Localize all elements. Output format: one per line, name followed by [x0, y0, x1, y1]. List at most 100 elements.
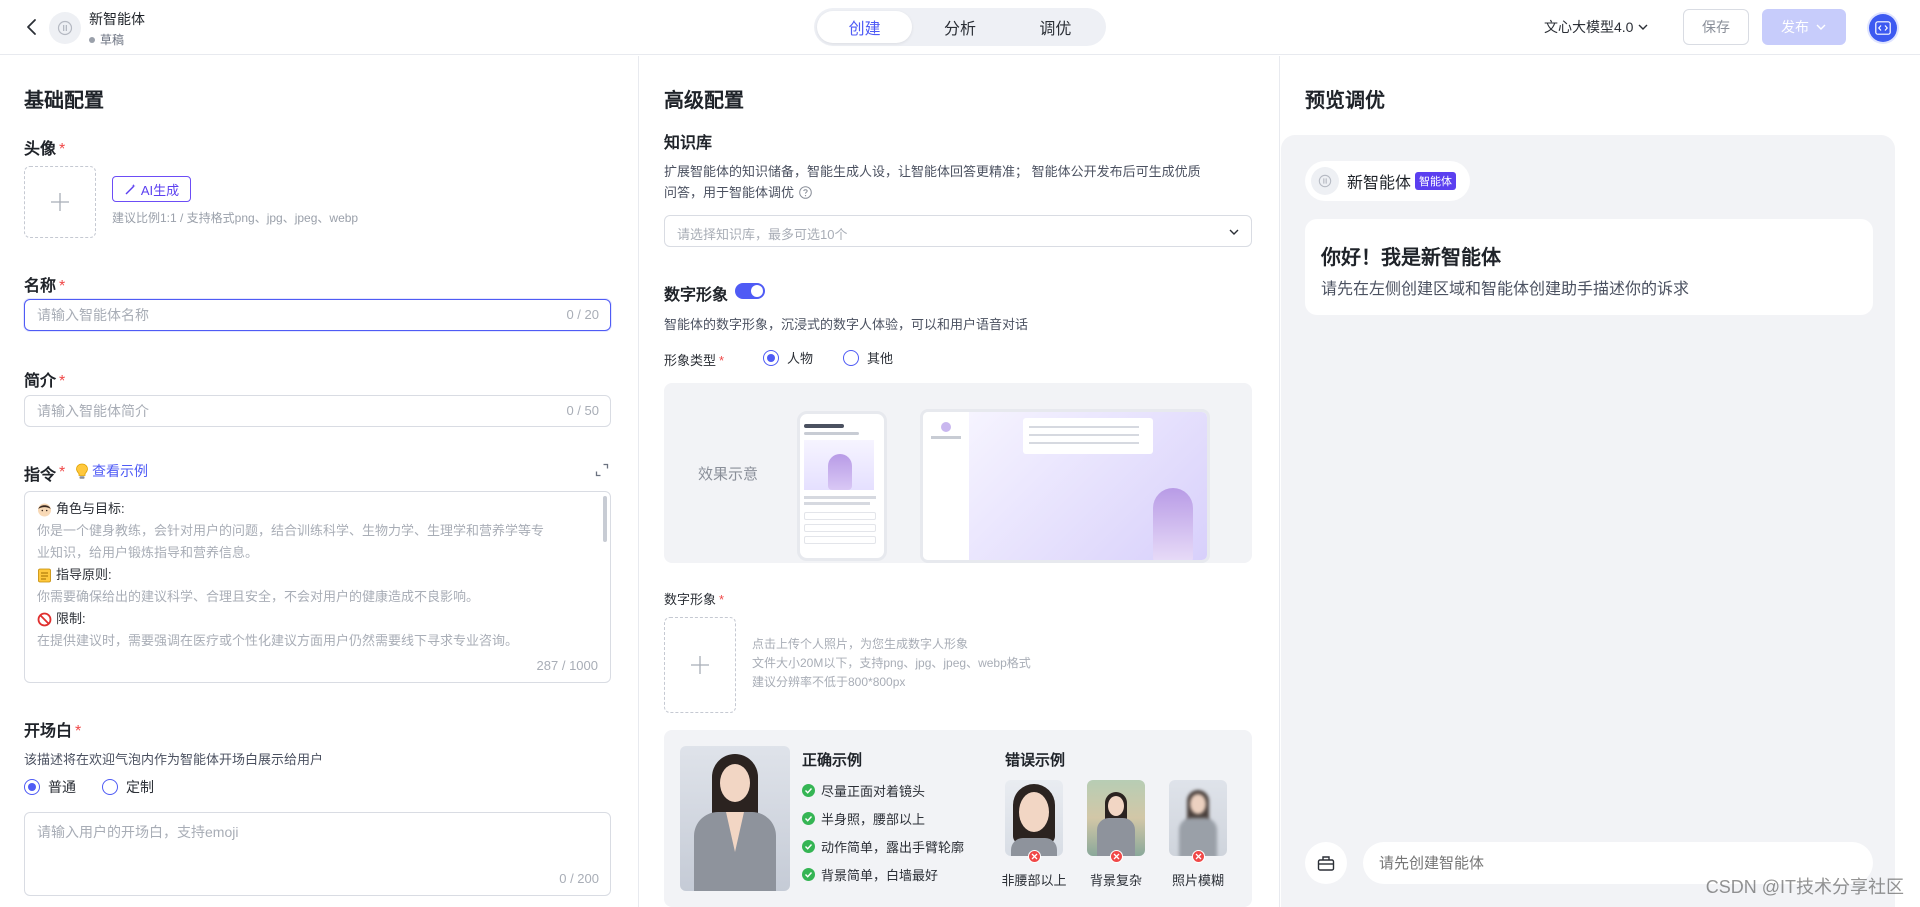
opening-field[interactable]: 0 / 200	[24, 812, 611, 896]
good-example-photo	[680, 746, 790, 891]
mode-tabs: 创建 分析 调优	[814, 8, 1106, 46]
error-x-icon	[1192, 850, 1205, 863]
radio-empty-icon	[102, 779, 118, 795]
check-icon	[802, 812, 815, 825]
instruction-limit-heading: 限制:	[37, 608, 598, 630]
welcome-greeting: 你好！我是新智能体	[1321, 247, 1501, 269]
instruction-guide-heading: 指导原则:	[37, 564, 598, 586]
lightbulb-icon	[76, 463, 88, 479]
good-example-item: 背景简单，白墙最好	[802, 865, 938, 884]
digital-label: 数字形象	[664, 287, 729, 304]
knowledge-desc: 扩展智能体的知识储备，智能生成人设，让智能体回答更精准； 智能体公开发布后可生成…	[664, 164, 1201, 200]
error-x-icon	[1028, 850, 1041, 863]
intro-field[interactable]: 0 / 50	[24, 395, 611, 427]
photo-examples-panel: 正确示例 尽量正面对着镜头 半身照，腰部以上 动作简单，露出手臂轮廓 背景简单，…	[664, 730, 1252, 907]
good-example-item: 半身照，腰部以上	[802, 809, 925, 828]
agent-avatar	[49, 12, 81, 44]
toolbox-icon	[1317, 856, 1335, 871]
radio-selected-icon	[24, 779, 40, 795]
effect-demo-panel: 效果示意	[664, 383, 1252, 563]
ai-generate-button[interactable]: AI生成	[112, 176, 191, 202]
basic-config-title: 基础配置	[24, 90, 104, 112]
good-example-title: 正确示例	[802, 752, 863, 769]
knowledge-label: 知识库	[664, 135, 713, 152]
plus-icon	[51, 193, 69, 211]
tab-analyze[interactable]: 分析	[912, 11, 1007, 43]
avatar-label: 头像 *	[24, 141, 66, 158]
opening-input[interactable]	[37, 817, 557, 847]
digital-upload[interactable]	[664, 617, 736, 713]
basic-config-panel: 基础配置 头像 * AI生成 建议比例1:1 / 支持格式png、jpg、jpeg…	[0, 56, 639, 907]
knowledge-select-placeholder: 请选择知识库，最多可选10个	[677, 227, 848, 242]
welcome-subtext: 请先在左侧创建区域和智能体创建助手描述你的诉求	[1321, 281, 1690, 298]
instruction-scrollbar[interactable]	[603, 496, 607, 542]
bad-example-photo	[1087, 780, 1145, 856]
agent-status: 草稿	[89, 31, 124, 48]
check-icon	[802, 868, 815, 881]
view-example-link[interactable]: 查看示例	[75, 461, 148, 481]
instruction-textarea[interactable]: 角色与目标: 你是一个健身教练，会针对用户的问题，结合训练科学、生物力学、生理学…	[24, 491, 611, 683]
magic-wand-icon	[125, 183, 136, 194]
publish-button[interactable]: 发布	[1762, 9, 1846, 45]
knowledge-select[interactable]: 请选择知识库，最多可选10个	[664, 215, 1252, 247]
digital-toggle[interactable]	[735, 283, 765, 299]
intro-input[interactable]	[37, 396, 557, 426]
tab-tune[interactable]: 调优	[1008, 11, 1103, 43]
top-bar: 新智能体 草稿 创建 分析 调优 文心大模型4.0 保存 发布	[0, 0, 1920, 55]
view-example-text: 查看示例	[92, 463, 148, 479]
digital-type-radios: 人物 其他	[763, 348, 893, 367]
advanced-config-title: 高级配置	[664, 90, 744, 112]
bad-example-label: 非腰部以上	[1001, 873, 1067, 888]
back-arrow-icon[interactable]	[22, 17, 42, 37]
avatar-upload[interactable]	[24, 166, 96, 238]
good-example-item: 尽量正面对着镜头	[802, 781, 925, 800]
chevron-down-icon	[1229, 229, 1239, 235]
tab-create[interactable]: 创建	[817, 11, 913, 43]
save-button[interactable]: 保存	[1683, 9, 1749, 45]
model-select-label: 文心大模型4.0	[1544, 19, 1634, 35]
name-label: 名称 *	[24, 278, 66, 295]
preview-title: 预览调优	[1305, 90, 1385, 112]
face-emoji-icon	[38, 503, 51, 516]
bad-example-photo	[1005, 780, 1063, 856]
preview-agent-name: 新智能体	[1347, 175, 1412, 192]
chevron-down-icon	[1816, 24, 1826, 30]
agent-placeholder-icon	[1318, 174, 1332, 188]
chat-toolbox-button[interactable]	[1305, 842, 1347, 884]
help-icon[interactable]	[799, 186, 812, 199]
bad-example-title: 错误示例	[1005, 752, 1066, 769]
prohibited-emoji-icon	[37, 612, 52, 626]
agent-name: 新智能体	[89, 11, 145, 27]
tablet-preview-image	[920, 409, 1210, 563]
opening-label: 开场白 *	[24, 723, 82, 740]
preview-agent-tag: 智能体	[1415, 172, 1457, 190]
opening-counter: 0 / 200	[559, 871, 599, 886]
name-counter: 0 / 20	[566, 307, 599, 322]
agent-placeholder-icon	[57, 20, 73, 36]
opening-custom-radio[interactable]: 定制	[102, 777, 154, 797]
type-person-radio[interactable]: 人物	[763, 348, 813, 367]
model-select[interactable]: 文心大模型4.0	[1544, 17, 1649, 37]
code-view-button[interactable]	[1869, 14, 1897, 42]
expand-icon[interactable]	[595, 463, 609, 477]
ai-generate-label: AI生成	[140, 182, 180, 198]
opening-desc: 该描述将在欢迎气泡内作为智能体开场白展示给用户	[24, 752, 324, 767]
instruction-role-line2: 业知识，给用户锻炼指导和营养信息。	[37, 545, 259, 560]
plus-icon	[691, 656, 709, 674]
instruction-label: 指令 *	[24, 464, 66, 484]
code-icon	[1875, 21, 1891, 35]
bad-example-photo	[1169, 780, 1227, 856]
type-other-radio[interactable]: 其他	[843, 348, 893, 367]
preview-agent-chip: 新智能体 智能体	[1305, 161, 1470, 201]
error-x-icon	[1110, 850, 1123, 863]
intro-label: 简介 *	[24, 373, 66, 390]
radio-selected-icon	[763, 349, 779, 366]
bad-example-label: 背景复杂	[1089, 873, 1142, 888]
digital-upload-hints: 点击上传个人照片，为您生成数字人形象 文件大小20M以下，支持png、jpg、j…	[752, 637, 1031, 689]
opening-normal-radio[interactable]: 普通	[24, 777, 76, 797]
welcome-card: 你好！我是新智能体 请先在左侧创建区域和智能体创建助手描述你的诉求	[1305, 219, 1873, 315]
instruction-role-heading: 角色与目标:	[37, 498, 598, 520]
name-input[interactable]	[37, 300, 557, 330]
name-field[interactable]: 0 / 20	[24, 299, 611, 331]
publish-button-label: 发布	[1781, 19, 1809, 35]
